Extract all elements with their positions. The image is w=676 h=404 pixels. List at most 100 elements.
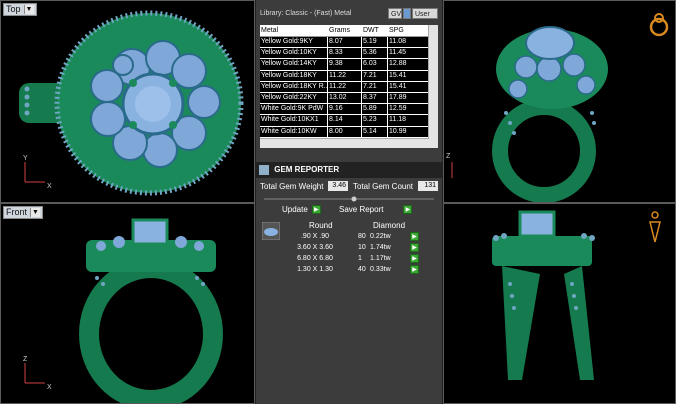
gem-reporter-title: GEM REPORTER	[274, 165, 340, 174]
gem-weight: 0.33tw	[370, 266, 391, 273]
shape-header: Round	[309, 221, 333, 230]
axis-x-label: X	[47, 183, 52, 190]
viewport-top[interactable]: Top ▼ Y X	[0, 0, 255, 203]
metal-cell: 5.36	[362, 48, 388, 59]
total-gem-weight-label: Total Gem Weight	[260, 182, 324, 191]
ring-side-render	[492, 210, 595, 380]
gem-size: 6.80 X 6.80	[297, 255, 333, 262]
gem-count: 1	[358, 255, 362, 262]
ring-perspective-render	[492, 26, 608, 202]
metal-row[interactable]: White Gold:9K PdW 9.16 5.89 12.59	[260, 104, 438, 116]
metal-cell: 17.89	[388, 92, 430, 104]
gem-row[interactable]: 6.80 X 6.80 1 1.17tw ▶	[285, 254, 435, 264]
viewport-front[interactable]: Front ▼ Z X	[0, 203, 255, 404]
gem-row-play-icon[interactable]: ▶	[410, 265, 419, 274]
update-play-icon[interactable]: ▶	[311, 205, 321, 214]
metal-cell: 8.33	[328, 48, 362, 59]
header-metal[interactable]: Metal	[260, 25, 328, 36]
metal-row[interactable]: Yellow Gold:18KY 11.22 7.21 15.41	[260, 70, 438, 82]
total-gem-count-label: Total Gem Count	[353, 182, 414, 191]
gem-count: 80	[358, 233, 366, 240]
metal-table-header: Metal Grams DWT SPG	[260, 25, 438, 37]
library-bar: Library: Classic - (Fast) Metal GV User	[260, 8, 438, 22]
gem-reporter-header: GEM REPORTER	[256, 162, 442, 178]
metal-table-body: Yellow Gold:9KY 8.07 5.19 11.08 Yellow Gold:…	[260, 37, 438, 148]
metal-cell: 8.37	[362, 92, 388, 104]
metal-row[interactable]: Yellow Gold:22KY 13.02 8.37 17.89	[260, 92, 438, 105]
metal-cell: 12.59	[388, 104, 430, 115]
metal-cell: 11.22	[328, 70, 362, 81]
gem-count: 40	[358, 266, 366, 273]
viewport-perspective[interactable]: Z	[443, 0, 676, 203]
metal-cell: 11.08	[388, 37, 430, 48]
axis-x-label: X	[47, 384, 52, 391]
metal-cell: Yellow Gold:18KY	[260, 70, 328, 81]
metal-row[interactable]: Yellow Gold:14KY 9.38 6.03 12.88	[260, 59, 438, 71]
metal-row[interactable]: White Gold:10KW 8.00 5.14 10.99	[260, 126, 438, 138]
material-header: Diamond	[373, 221, 406, 230]
metal-cell: 7.21	[362, 70, 388, 81]
update-label: Update	[282, 205, 308, 214]
save-report-label: Save Report	[339, 205, 384, 214]
axis-y-label: Y	[23, 155, 28, 162]
horizontal-scrollbar[interactable]	[260, 138, 429, 148]
metal-cell: 7.21	[362, 81, 388, 92]
metal-cell: 12.88	[388, 59, 430, 70]
metal-cell: Yellow Gold:10KY	[260, 48, 328, 59]
metal-row[interactable]: White Gold:10KX1 8.14 5.23 11.18	[260, 115, 438, 127]
axis-xz-icon	[24, 363, 45, 384]
metal-cell: 9.38	[328, 59, 362, 70]
metal-cell: 5.19	[362, 37, 388, 48]
axis-xy-icon	[24, 162, 45, 183]
metal-cell: White Gold:9K PdW	[260, 104, 328, 115]
metal-table[interactable]: Metal Grams DWT SPG Yellow Gold:9KY 8.07 5…	[260, 25, 438, 148]
ring-view-icon[interactable]	[647, 9, 671, 39]
metal-cell: 11.18	[388, 115, 430, 126]
gem-row[interactable]: 1.30 X 1.30 40 0.33tw ▶	[285, 265, 435, 275]
gem-row[interactable]: 3.60 X 3.60 10 1.74tw ▶	[285, 243, 435, 253]
gem-thumbnail-icon[interactable]	[262, 222, 280, 240]
gem-row-play-icon[interactable]: ▶	[410, 232, 419, 241]
metal-cell: 8.00	[328, 126, 362, 137]
save-report-button[interactable]: Save Report ▶	[339, 205, 413, 214]
side-panel: Library: Classic - (Fast) Metal GV User …	[255, 0, 443, 404]
metal-cell: 11.45	[388, 48, 430, 59]
unit-select[interactable]: User	[412, 8, 438, 19]
metal-cell: 15.41	[388, 81, 430, 92]
metal-cell: White Gold:10KX1	[260, 115, 328, 126]
viewport-side[interactable]	[443, 203, 676, 404]
metal-cell: 9.16	[328, 104, 362, 115]
metal-cell: White Gold:10KW	[260, 126, 328, 137]
gem-weight: 0.22tw	[370, 233, 391, 240]
update-button[interactable]: Update ▶	[282, 205, 321, 214]
metal-cell: Yellow Gold:9KY	[260, 37, 328, 48]
gem-slider[interactable]	[264, 196, 434, 202]
metal-row[interactable]: Yellow Gold:18KY R... 11.22 7.21 15.41	[260, 81, 438, 93]
pendant-view-icon[interactable]	[647, 210, 663, 246]
gv-button[interactable]: GV	[388, 8, 402, 19]
gem-size: 3.60 X 3.60	[297, 244, 333, 251]
total-gem-weight-value: 3.46	[328, 181, 348, 191]
save-play-icon[interactable]: ▶	[403, 205, 413, 214]
metal-row[interactable]: Yellow Gold:9KY 8.07 5.19 11.08	[260, 37, 438, 49]
metal-cell: 11.22	[328, 81, 362, 92]
gem-size: 1.30 X 1.30	[297, 266, 333, 273]
metal-cell: Yellow Gold:18KY R...	[260, 81, 328, 92]
axis-z-label: Z	[23, 356, 28, 363]
gem-row[interactable]: .90 X .90 80 0.22tw ▶	[285, 232, 435, 242]
metal-cell: 5.89	[362, 104, 388, 115]
header-grams[interactable]: Grams	[328, 25, 362, 36]
gem-row-play-icon[interactable]: ▶	[410, 243, 419, 252]
toggle-button[interactable]	[403, 8, 411, 19]
metal-cell: 8.07	[328, 37, 362, 48]
gem-weight: 1.74tw	[370, 244, 391, 251]
gem-row-play-icon[interactable]: ▶	[410, 254, 419, 263]
header-dwt[interactable]: DWT	[362, 25, 388, 36]
header-spg[interactable]: SPG	[388, 25, 430, 36]
axis-z-icon	[451, 162, 453, 178]
metal-row[interactable]: Yellow Gold:10KY 8.33 5.36 11.45	[260, 48, 438, 60]
gem-count: 10	[358, 244, 366, 251]
axis-z-label: Z	[446, 153, 451, 160]
metal-cell: 13.02	[328, 92, 362, 104]
vertical-scrollbar[interactable]	[428, 25, 438, 148]
